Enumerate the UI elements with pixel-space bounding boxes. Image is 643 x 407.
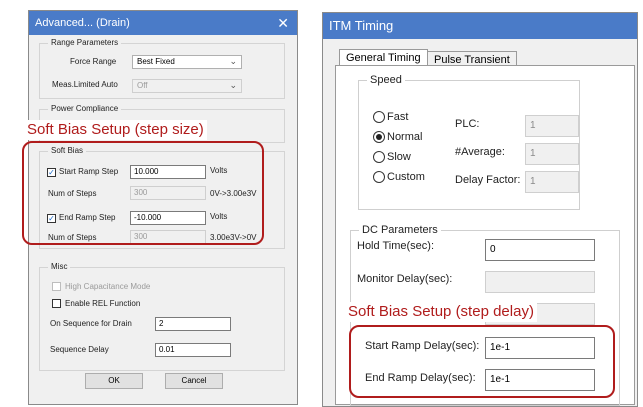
chevron-down-icon: ⌄	[229, 56, 237, 66]
force-range-select[interactable]: Best Fixed ⌄	[132, 55, 242, 69]
radio-normal[interactable]	[373, 131, 385, 143]
radio-fast[interactable]	[373, 111, 385, 123]
group-title: Misc	[48, 261, 71, 273]
misc-group: Misc High Capacitance Mode Enable REL Fu…	[39, 261, 285, 371]
hold-time-label: Hold Time(sec):	[357, 240, 435, 252]
plc-input[interactable]: 1	[525, 115, 579, 137]
monitor-delay-label: Monitor Delay(sec):	[357, 273, 453, 285]
close-icon[interactable]: ✕	[277, 11, 289, 35]
radio-custom[interactable]	[373, 171, 385, 183]
group-title: Power Compliance	[48, 103, 122, 115]
step-size-annotation: Soft Bias Setup (step size)	[24, 120, 207, 140]
step-size-highlight-box	[22, 141, 264, 245]
step-delay-highlight-box	[349, 325, 615, 398]
radio-normal-label: Normal	[387, 131, 423, 143]
group-title: DC Parameters	[359, 223, 441, 237]
meas-limited-label: Meas.Limited Auto	[52, 80, 118, 89]
speed-group: Speed Fast Normal Slow Custom PLC: 1 #Av…	[358, 73, 580, 210]
force-range-label: Force Range	[70, 57, 117, 66]
average-input[interactable]: 1	[525, 143, 579, 165]
tab-pulse-transient[interactable]: Pulse Transient	[427, 51, 517, 66]
dialog-titlebar: Advanced... (Drain)	[29, 11, 297, 35]
force-range-value: Best Fixed	[137, 57, 175, 66]
chevron-down-icon: ⌄	[229, 80, 237, 90]
delay-factor-label: Delay Factor:	[455, 174, 521, 186]
hold-time-input[interactable]: 0	[485, 239, 595, 261]
dialog-title: ITM Timing	[329, 18, 394, 33]
sequence-delay-label: Sequence Delay	[50, 345, 109, 354]
sequence-delay-input[interactable]: 0.01	[155, 343, 231, 357]
radio-fast-label: Fast	[387, 111, 409, 123]
meas-limited-select[interactable]: Off ⌄	[132, 79, 242, 93]
high-capacitance-checkbox[interactable]	[52, 282, 61, 291]
dialog-title: Advanced... (Drain)	[35, 17, 130, 29]
cancel-button[interactable]: Cancel	[165, 373, 223, 389]
on-sequence-label: On Sequence for Drain	[50, 319, 132, 328]
ok-button[interactable]: OK	[85, 373, 143, 389]
average-label: #Average:	[455, 146, 505, 158]
high-capacitance-label: High Capacitance Mode	[65, 282, 151, 291]
enable-rel-checkbox[interactable]	[52, 299, 61, 308]
group-title: Speed	[367, 73, 405, 87]
enable-rel-label: Enable REL Function	[65, 299, 141, 308]
delay-factor-input[interactable]: 1	[525, 171, 579, 193]
on-sequence-input[interactable]: 2	[155, 317, 231, 331]
range-parameters-group: Range Parameters Force Range Best Fixed …	[39, 37, 285, 99]
monitor-delay-input[interactable]	[485, 271, 595, 293]
plc-label: PLC:	[455, 118, 480, 130]
radio-slow[interactable]	[373, 151, 385, 163]
radio-custom-label: Custom	[387, 171, 425, 183]
group-title: Range Parameters	[48, 37, 122, 49]
dialog-titlebar: ITM Timing	[323, 13, 637, 39]
meas-limited-value: Off	[137, 81, 148, 90]
radio-slow-label: Slow	[387, 151, 411, 163]
step-delay-annotation: Soft Bias Setup (step delay)	[345, 302, 537, 322]
